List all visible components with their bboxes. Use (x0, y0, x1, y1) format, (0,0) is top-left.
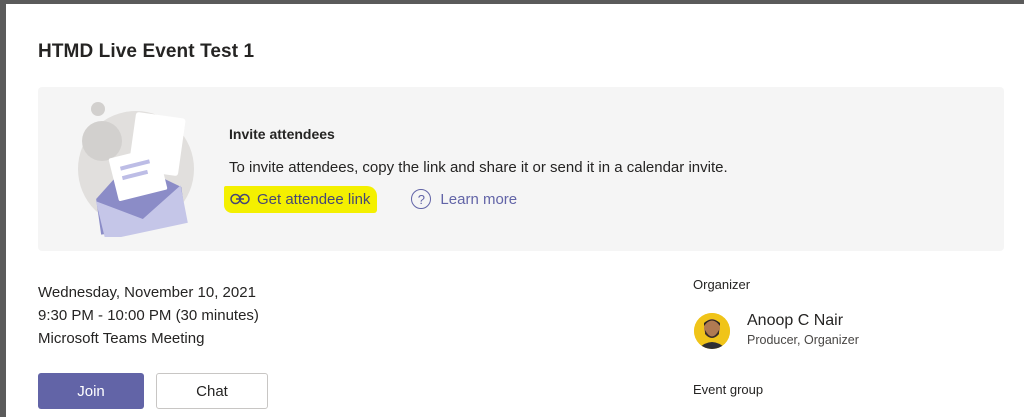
join-button[interactable]: Join (38, 373, 144, 409)
get-attendee-link-label: Get attendee link (257, 190, 371, 208)
event-details-dialog: HTMD Live Event Test 1 Invite attendees … (6, 4, 1024, 417)
invite-links-row: Get attendee link ? Learn more (224, 184, 517, 214)
invite-attendees-description: To invite attendees, copy the link and s… (229, 159, 728, 176)
invite-attendees-card: Invite attendees To invite attendees, co… (38, 87, 1004, 251)
event-date: Wednesday, November 10, 2021 (38, 284, 256, 301)
link-icon (230, 193, 250, 205)
invite-attendees-heading: Invite attendees (229, 126, 335, 142)
event-group-label: Event group (693, 382, 764, 397)
event-details: Wednesday, November 10, 2021 9:30 PM - 1… (38, 281, 259, 350)
learn-more-link[interactable]: ? Learn more (411, 189, 517, 209)
learn-more-label: Learn more (440, 190, 518, 208)
avatar[interactable] (694, 313, 730, 349)
dialog-title: HTMD Live Event Test 1 (38, 41, 255, 62)
envelope-illustration-icon (78, 102, 194, 237)
organizer-label: Organizer (693, 277, 751, 292)
event-type: Microsoft Teams Meeting (38, 330, 205, 347)
organizer-name: Anoop C Nair (747, 312, 844, 329)
get-attendee-link-button[interactable]: Get attendee link (224, 185, 378, 213)
question-circle-icon: ? (411, 189, 432, 209)
chat-button[interactable]: Chat (156, 373, 268, 409)
organizer-role: Producer, Organizer (747, 333, 859, 347)
event-time: 9:30 PM - 10:00 PM (30 minutes) (38, 307, 259, 324)
person-photo-icon (694, 313, 730, 349)
